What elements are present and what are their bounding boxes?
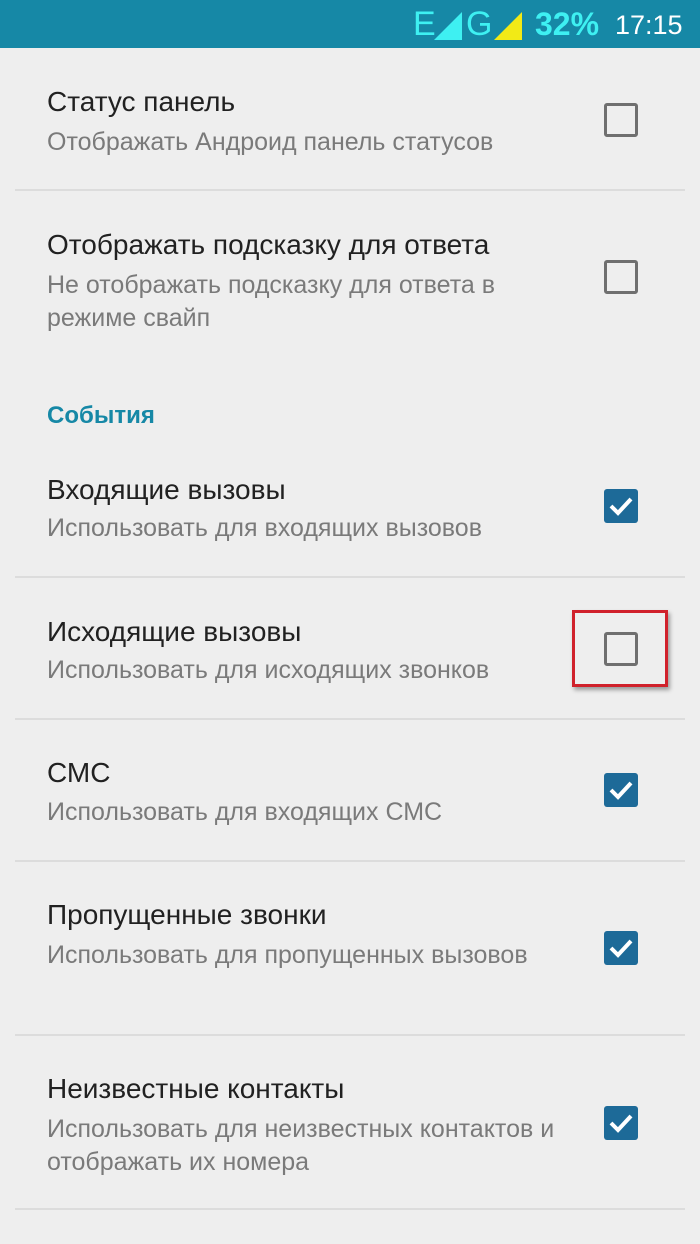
pref-summary: Использовать для неизвестных контактов и… xyxy=(47,1115,555,1176)
checkbox-status-bar[interactable] xyxy=(604,103,638,137)
checkbox-answer-hint[interactable] xyxy=(604,260,638,294)
check-icon xyxy=(609,781,633,800)
section-header-events: События xyxy=(47,402,155,429)
pref-incoming-calls[interactable]: Входящие вызовы Использовать для входящи… xyxy=(0,440,700,576)
pref-unknown-contacts[interactable]: Неизвестные контакты Использовать для не… xyxy=(0,1036,700,1208)
checkbox-unknown-contacts[interactable] xyxy=(604,1106,638,1140)
pref-missed-calls[interactable]: Пропущенные звонки Использовать для проп… xyxy=(0,862,700,1034)
network-type-g: G xyxy=(466,5,493,43)
pref-summary: Не отображать подсказку для ответа в реж… xyxy=(47,271,496,332)
pref-summary: Использовать для исходящих звонков xyxy=(47,656,490,684)
check-icon xyxy=(609,939,633,958)
pref-title: СМС xyxy=(47,757,111,788)
pref-title: Неизвестные контакты xyxy=(47,1073,345,1104)
pref-status-bar[interactable]: Статус панель Отображать Андроид панель … xyxy=(0,48,700,191)
pref-summary: Использовать для пропущенных вызовов xyxy=(47,941,528,969)
signal-icon xyxy=(434,12,462,40)
check-icon xyxy=(609,497,633,516)
battery-level: 32% xyxy=(535,6,600,42)
pref-title: Статус панель xyxy=(47,86,236,117)
pref-sms[interactable]: СМС Использовать для входящих СМС xyxy=(0,720,700,860)
pref-title: Пропущенные звонки xyxy=(47,899,327,930)
network-type-e: E xyxy=(413,5,436,43)
pref-answer-hint[interactable]: Отображать подсказку для ответа Не отобр… xyxy=(0,191,700,371)
pref-title: Входящие вызовы xyxy=(47,474,286,505)
checkbox-outgoing-calls[interactable] xyxy=(604,632,638,666)
pref-outgoing-calls[interactable]: Исходящие вызовы Использовать для исходя… xyxy=(0,578,700,718)
divider xyxy=(15,1208,685,1210)
status-bar: E G 32% 17:15 xyxy=(0,0,700,48)
pref-title: Отображать подсказку для ответа xyxy=(47,229,490,260)
clock: 17:15 xyxy=(615,10,683,40)
pref-title: Исходящие вызовы xyxy=(47,616,302,647)
checkbox-incoming-calls[interactable] xyxy=(604,489,638,523)
signal-strength-icon xyxy=(494,12,522,40)
check-icon xyxy=(609,1114,633,1133)
checkbox-sms[interactable] xyxy=(604,773,638,807)
pref-summary: Использовать для входящих вызовов xyxy=(47,514,482,542)
pref-summary: Отображать Андроид панель статусов xyxy=(47,128,494,156)
pref-summary: Использовать для входящих СМС xyxy=(47,798,443,826)
checkbox-missed-calls[interactable] xyxy=(604,931,638,965)
